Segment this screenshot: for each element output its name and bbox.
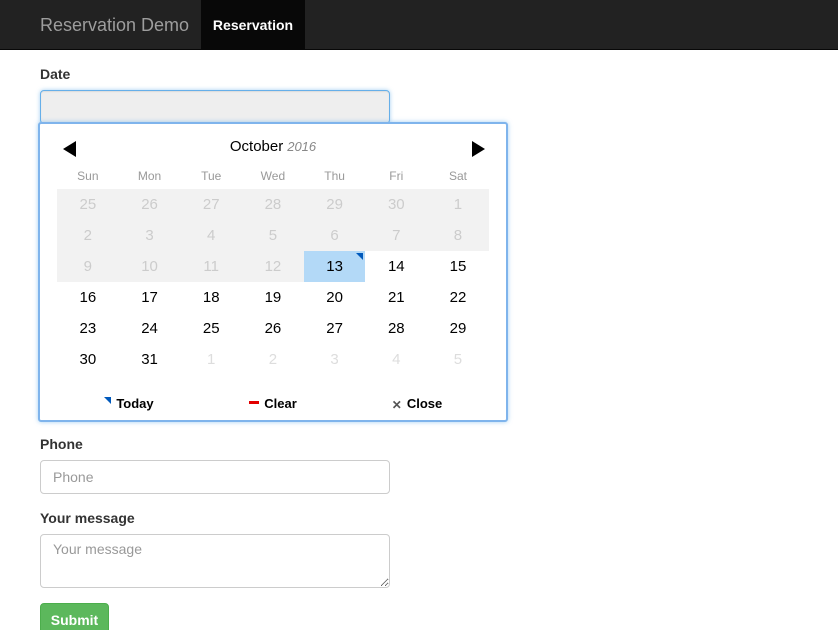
- weekday-label: Thu: [324, 169, 345, 183]
- calendar-day[interactable]: 23: [57, 313, 119, 344]
- calendar-day: 6: [303, 220, 366, 251]
- calendar-day[interactable]: 25: [180, 313, 242, 344]
- calendar-day[interactable]: 26: [242, 313, 304, 344]
- picker-footer: Today Clear ✕ Close: [57, 396, 489, 412]
- calendar-day: 29: [303, 189, 366, 220]
- calendar-day[interactable]: 16: [57, 282, 119, 313]
- calendar-day: 27: [180, 189, 243, 220]
- calendar-day[interactable]: 28: [365, 313, 427, 344]
- calendar-day[interactable]: 13: [303, 251, 366, 282]
- calendar-day: 12: [242, 251, 304, 282]
- calendar-day[interactable]: 30: [57, 344, 119, 375]
- month-year-title: October 2016: [40, 138, 506, 155]
- weekday-label: Fri: [389, 169, 404, 183]
- calendar-day[interactable]: 15: [427, 251, 489, 282]
- date-label: Date: [40, 66, 71, 82]
- calendar-day: 28: [242, 189, 304, 220]
- clear-dash-icon: [249, 401, 260, 405]
- calendar-day[interactable]: 27: [304, 313, 366, 344]
- calendar-day[interactable]: 18: [180, 282, 242, 313]
- calendar-week-row: 16 17 18 19 20 21 22: [57, 282, 489, 313]
- calendar-day: 11: [180, 251, 243, 282]
- calendar-week-row: 2345678: [57, 220, 489, 251]
- calendar-day[interactable]: 4: [365, 344, 427, 375]
- message-textarea[interactable]: [40, 534, 390, 588]
- calendar-week-row: 9 10 11 12 13 14 15: [57, 251, 489, 282]
- calendar-week-row: 30 31 1 2 3 4 5: [57, 344, 489, 375]
- nav-item-reservation[interactable]: Reservation: [201, 0, 305, 50]
- calendar-day: 7: [365, 220, 428, 251]
- calendar-day: 30: [365, 189, 428, 220]
- calendar-day: 4: [180, 220, 243, 251]
- calendar-day: 26: [118, 189, 181, 220]
- message-label: Your message: [40, 510, 135, 526]
- date-picker-popup: October 2016 Sun Mon Tue Wed Thu Fri Sat …: [38, 122, 508, 422]
- weekday-label: Sun: [77, 169, 99, 183]
- month-label: October: [229, 138, 284, 155]
- weekday-header: Sun Mon Tue Wed Thu Fri Sat: [57, 169, 489, 185]
- weekday-label: Mon: [137, 169, 162, 183]
- calendar-day[interactable]: 17: [119, 282, 181, 313]
- calendar-day[interactable]: 5: [427, 344, 489, 375]
- calendar-day[interactable]: 3: [304, 344, 366, 375]
- top-navbar: Reservation Demo Reservation: [0, 0, 838, 50]
- calendar-day[interactable]: 1: [180, 344, 242, 375]
- calendar-day[interactable]: 14: [365, 251, 427, 282]
- calendar-day[interactable]: 31: [119, 344, 181, 375]
- calendar-day: 8: [427, 220, 489, 251]
- navbar-brand[interactable]: Reservation Demo: [40, 0, 189, 50]
- weekday-label: Tue: [201, 169, 222, 183]
- calendar-week-row: 23 24 25 26 27 28 29: [57, 313, 489, 344]
- calendar-day: 10: [118, 251, 181, 282]
- close-button[interactable]: ✕ Close: [345, 396, 489, 412]
- calendar-day[interactable]: 2: [242, 344, 304, 375]
- weekday-label: Wed: [260, 169, 286, 183]
- today-button-label: Today: [116, 396, 154, 411]
- clear-button-label: Clear: [264, 396, 297, 411]
- calendar-week-row: 25 26 27 28 29 30 1: [57, 189, 489, 220]
- year-label: 2016: [287, 139, 317, 154]
- calendar-day: 5: [242, 220, 304, 251]
- phone-label: Phone: [40, 436, 83, 452]
- phone-input[interactable]: [40, 460, 390, 494]
- today-marker-icon: [104, 397, 112, 405]
- calendar-day[interactable]: 29: [427, 313, 489, 344]
- calendar-day: 2: [57, 220, 119, 251]
- calendar-day[interactable]: 24: [119, 313, 181, 344]
- calendar-day[interactable]: 22: [427, 282, 489, 313]
- clear-button[interactable]: Clear: [201, 396, 345, 412]
- calendar-day: 25: [57, 189, 119, 220]
- calendar-day: 3: [118, 220, 181, 251]
- submit-button[interactable]: Submit: [40, 603, 109, 630]
- close-icon: ✕: [391, 397, 402, 412]
- next-month-icon[interactable]: [470, 140, 486, 158]
- calendar-day: 9: [57, 251, 119, 282]
- today-button[interactable]: Today: [57, 396, 201, 412]
- close-button-label: Close: [406, 396, 443, 411]
- calendar-day[interactable]: 20: [304, 282, 366, 313]
- date-input[interactable]: [40, 90, 390, 124]
- calendar-day: 1: [427, 189, 489, 220]
- weekday-label: Sat: [448, 169, 467, 183]
- calendar-day-grid: 25 26 27 28 29 30 1 2 3 4 5 6 7 8 9 10 11 12 13 14 15 16 17 18 1…: [57, 189, 489, 375]
- calendar-day[interactable]: 19: [242, 282, 304, 313]
- calendar-day[interactable]: 21: [365, 282, 427, 313]
